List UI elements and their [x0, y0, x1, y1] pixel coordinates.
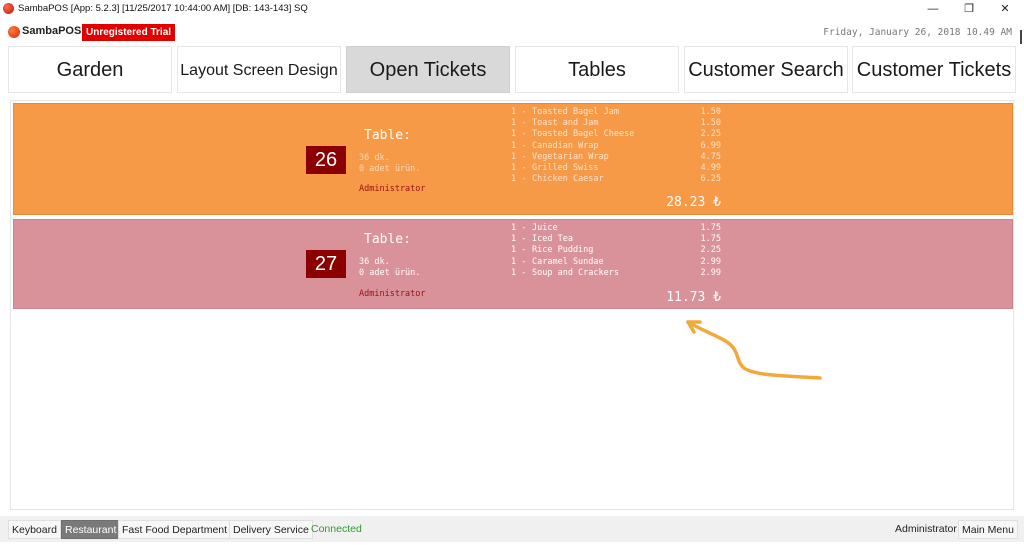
ticket-card[interactable]: Table: 26 36 dk. 0 adet ürün. Administra… [13, 103, 1013, 215]
brand-name: SambaPOS [22, 25, 82, 37]
ticket-item-row: 1 - Caramel Sundae 2.99 [511, 257, 721, 268]
ticket-item-row: 1 - Grilled Swiss 4.99 [511, 163, 721, 174]
brand-bar: SambaPOS Unregistered Trial Friday, Janu… [0, 22, 1024, 44]
nav-layout-screen-design-button[interactable]: Layout Screen Design [177, 46, 341, 93]
screen-navigation: Garden Layout Screen Design Open Tickets… [8, 46, 1016, 93]
item-name: Caramel Sundae [532, 256, 604, 267]
item-name: Iced Tea [532, 234, 573, 245]
item-quantity: 1 - [511, 118, 527, 129]
nav-customer-tickets-button[interactable]: Customer Tickets [852, 46, 1016, 93]
keyboard-button[interactable]: Keyboard [8, 520, 61, 539]
item-price: 1.50 [700, 118, 721, 129]
window-title: SambaPOS [App: 5.2.3] [11/25/2017 10:44:… [18, 3, 308, 14]
ticket-table-label: Table: [364, 128, 411, 143]
item-name: Grilled Swiss [532, 162, 599, 173]
item-name: Rice Pudding [532, 245, 594, 256]
ticket-product-count: 0 adet ürün. [359, 164, 421, 174]
item-name: Canadian Wrap [532, 140, 599, 151]
item-price: 2.99 [700, 267, 721, 278]
item-price: 4.75 [700, 151, 721, 162]
ticket-item-row: 1 - Toasted Bagel Jam 1.50 [511, 107, 721, 118]
connection-status: Connected [311, 523, 362, 535]
item-price: 6.99 [700, 140, 721, 151]
current-date-time: Friday, January 26, 2018 10.49 AM [823, 27, 1012, 38]
nav-tables-button[interactable]: Tables [515, 46, 679, 93]
logged-in-user: Administrator [895, 523, 957, 535]
department-fast-food-button[interactable]: Fast Food Department [118, 520, 232, 539]
ticket-total: 11.73 ₺ [666, 290, 721, 305]
ticket-meta: 36 dk. 0 adet ürün. [359, 257, 420, 279]
ticket-table-label: Table: [364, 232, 411, 247]
open-tickets-list: Table: 26 36 dk. 0 adet ürün. Administra… [10, 100, 1014, 510]
item-quantity: 1 - [511, 140, 527, 151]
ticket-item-row: 1 - Toasted Bagel Cheese 2.25 [511, 129, 721, 140]
ticket-item-row: 1 - Toast and Jam 1.50 [511, 118, 721, 129]
nav-open-tickets-button[interactable]: Open Tickets [346, 46, 510, 93]
item-name: Toasted Bagel Cheese [532, 129, 635, 140]
window-edge-divider [1020, 30, 1022, 44]
ticket-duration: 36 dk. [359, 153, 390, 163]
item-price: 2.25 [700, 245, 721, 256]
item-name: Toast and Jam [532, 118, 599, 129]
item-quantity: 1 - [511, 223, 527, 233]
item-quantity: 1 - [511, 256, 527, 267]
ticket-item-row: 1 - Soup and Crackers 2.99 [511, 268, 721, 279]
item-price: 1.75 [700, 223, 721, 233]
nav-garden-button[interactable]: Garden [8, 46, 172, 93]
sambapos-app-icon [3, 3, 14, 14]
item-name: Chicken Caesar [532, 174, 604, 185]
ticket-meta: 36 dk. 0 adet ürün. [359, 153, 420, 175]
unregistered-trial-badge: Unregistered Trial [82, 24, 176, 41]
item-price: 1.75 [700, 234, 721, 245]
item-quantity: 1 - [511, 162, 527, 173]
department-delivery-button[interactable]: Delivery Service [229, 520, 313, 539]
item-price: 6.25 [700, 174, 721, 185]
ticket-product-count: 0 adet ürün. [359, 268, 421, 278]
item-quantity: 1 - [511, 107, 527, 117]
ticket-item-row: 1 - Rice Pudding 2.25 [511, 245, 721, 256]
item-quantity: 1 - [511, 267, 527, 278]
sambapos-logo-icon [8, 26, 20, 38]
ticket-item-row: 1 - Vegetarian Wrap 4.75 [511, 152, 721, 163]
ticket-duration: 36 dk. [359, 257, 390, 267]
item-price: 4.99 [700, 162, 721, 173]
main-menu-button[interactable]: Main Menu [958, 520, 1018, 539]
item-name: Vegetarian Wrap [532, 151, 609, 162]
item-name: Soup and Crackers [532, 267, 619, 278]
ticket-items: 1 - Toasted Bagel Jam 1.50 1 - Toast and Ja… [511, 107, 721, 185]
ticket-user: Administrator [359, 184, 426, 194]
ticket-items: 1 - Juice 1.75 1 - Iced Tea 1.75 1 - Rice Pud… [511, 223, 721, 279]
ticket-total: 28.23 ₺ [666, 195, 721, 210]
ticket-item-row: 1 - Juice 1.75 [511, 223, 721, 234]
ticket-item-row: 1 - Chicken Caesar 6.25 [511, 174, 721, 185]
window-title-bar: SambaPOS [App: 5.2.3] [11/25/2017 10:44:… [0, 0, 1024, 18]
item-quantity: 1 - [511, 129, 527, 140]
department-restaurant-button[interactable]: Restaurant [61, 520, 121, 539]
ticket-user: Administrator [359, 289, 426, 299]
close-button[interactable]: ✕ [988, 0, 1022, 18]
nav-customer-search-button[interactable]: Customer Search [684, 46, 848, 93]
restore-button[interactable]: ❐ [952, 0, 986, 18]
ticket-table-number: 27 [306, 250, 346, 278]
ticket-item-row: 1 - Canadian Wrap 6.99 [511, 141, 721, 152]
minimize-button[interactable]: — [916, 0, 950, 18]
item-price: 2.99 [700, 256, 721, 267]
ticket-card[interactable]: Table: 27 36 dk. 0 adet ürün. Administra… [13, 219, 1013, 309]
status-bar: Keyboard Restaurant Fast Food Department… [0, 516, 1024, 542]
item-quantity: 1 - [511, 174, 527, 185]
item-quantity: 1 - [511, 245, 527, 256]
item-price: 2.25 [700, 129, 721, 140]
arrow-annotation-icon [686, 320, 822, 380]
item-quantity: 1 - [511, 234, 527, 245]
ticket-item-row: 1 - Iced Tea 1.75 [511, 234, 721, 245]
item-name: Toasted Bagel Jam [532, 107, 619, 117]
ticket-table-number: 26 [306, 146, 346, 174]
item-name: Juice [532, 223, 558, 233]
item-quantity: 1 - [511, 151, 527, 162]
item-price: 1.50 [700, 107, 721, 117]
